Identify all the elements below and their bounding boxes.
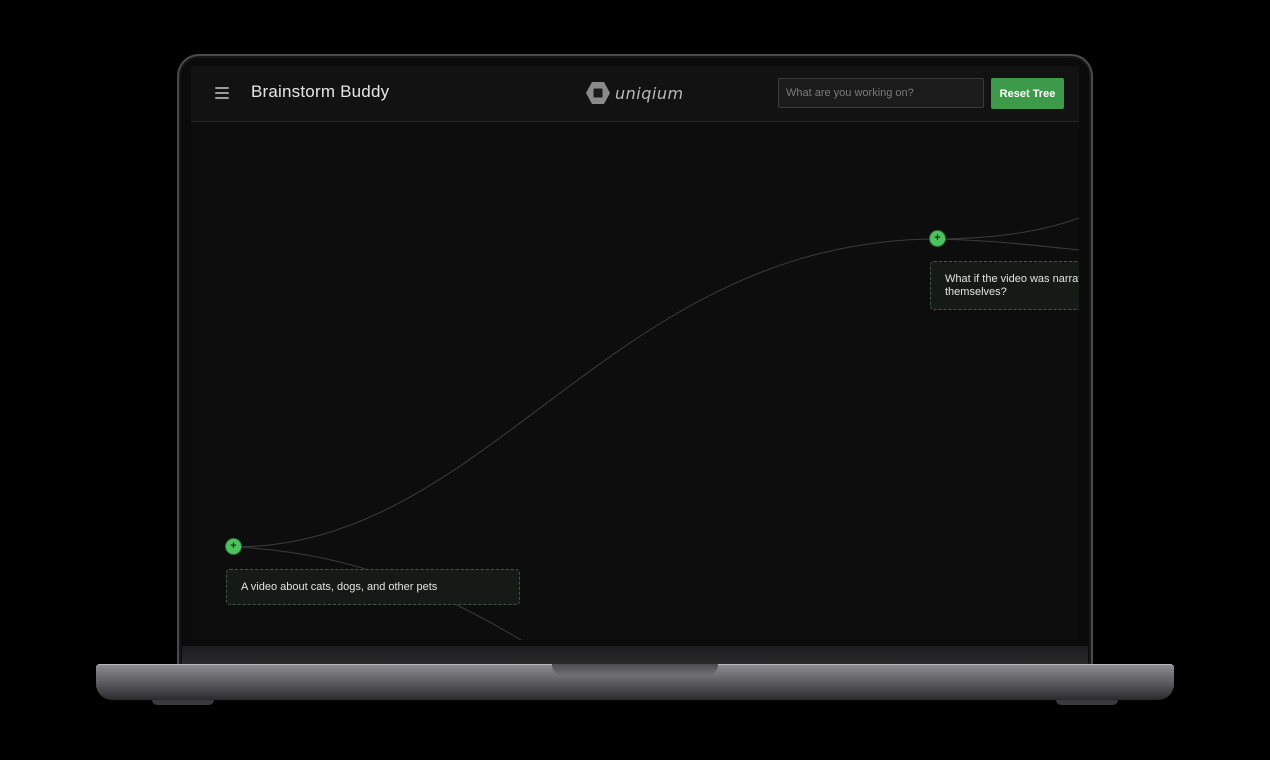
idea-node-child-1[interactable]: What if the video was narrated by the pe… [930, 261, 1079, 310]
laptop-foot-left [152, 700, 214, 705]
search-input[interactable] [778, 78, 984, 108]
expand-node-child-1-button[interactable]: + [930, 231, 945, 246]
plus-icon: + [230, 540, 237, 552]
device-mockup: Brainstorm Buddy uniqium Reset Tree [0, 0, 1270, 760]
tree-edges [233, 217, 1079, 640]
app-window: Brainstorm Buddy uniqium Reset Tree [191, 66, 1079, 640]
hamburger-menu-icon[interactable] [214, 84, 232, 102]
expand-node-root-button[interactable]: + [226, 539, 241, 554]
reset-tree-button[interactable]: Reset Tree [991, 78, 1064, 109]
laptop-chin [182, 646, 1088, 664]
brainstorm-canvas[interactable]: + A video about cats, dogs, and other pe… [191, 122, 1079, 640]
app-header: Brainstorm Buddy uniqium Reset Tree [191, 66, 1079, 122]
brand-logo: uniqium [585, 80, 684, 106]
edge-child-1-to-offscreen-a [936, 217, 1079, 240]
idea-node-text: What if the video was narrated by the pe… [945, 272, 1079, 298]
laptop-notch [552, 664, 718, 675]
edge-root-to-child-1 [233, 238, 938, 548]
plus-icon: + [934, 232, 941, 244]
app-title: Brainstorm Buddy [251, 82, 390, 101]
laptop-foot-right [1056, 700, 1118, 705]
idea-node-root[interactable]: A video about cats, dogs, and other pets [226, 569, 520, 605]
brand-logo-text: uniqium [615, 83, 684, 103]
hexagon-logo-icon [586, 82, 610, 104]
edge-child-1-to-offscreen-b [936, 238, 1079, 251]
idea-node-text: A video about cats, dogs, and other pets [241, 580, 438, 593]
